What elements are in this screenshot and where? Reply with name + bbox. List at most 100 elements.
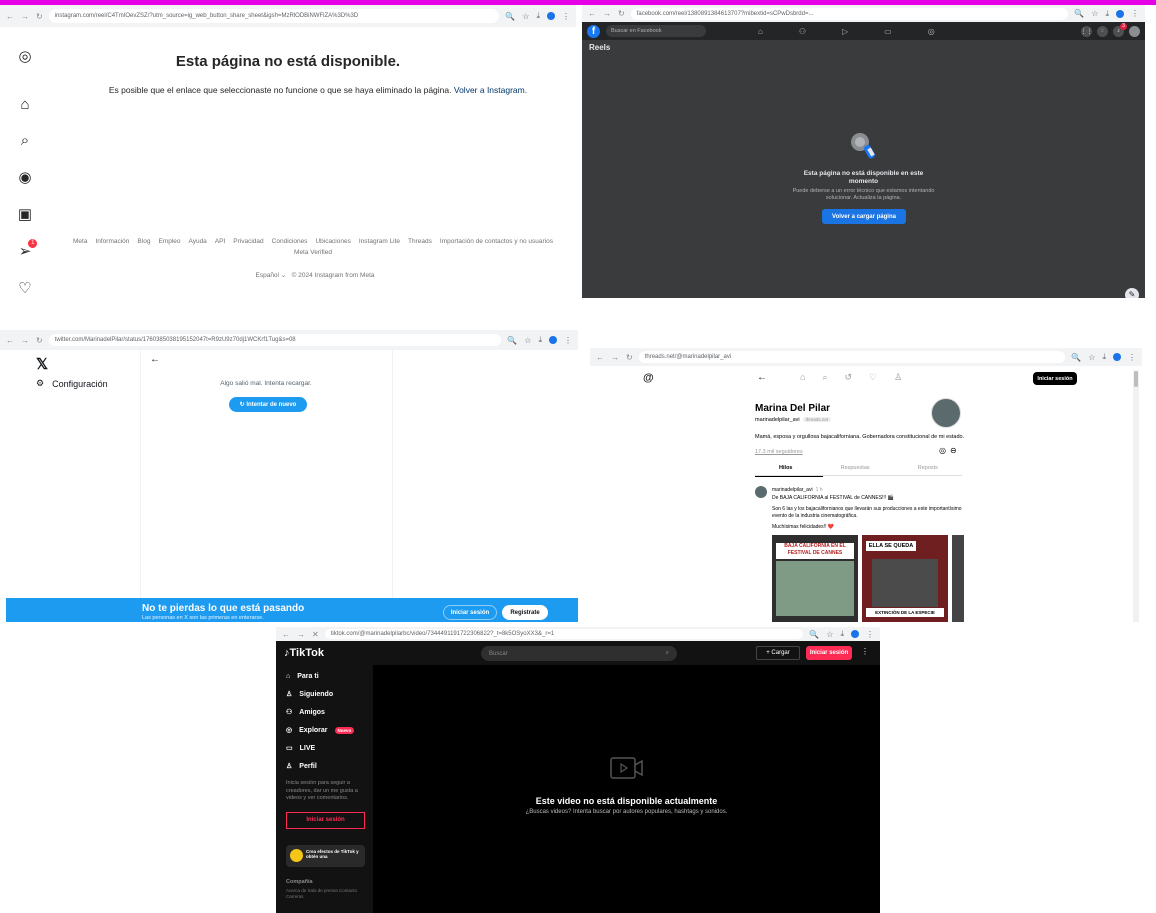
- footer-link[interactable]: API: [215, 238, 225, 245]
- footer-link[interactable]: Empleo: [158, 238, 180, 245]
- zoom-icon[interactable]: 🔍: [505, 12, 515, 21]
- search-icon[interactable]: ⌕: [822, 372, 827, 383]
- nav-perfil[interactable]: ♙ Perfil: [286, 762, 373, 771]
- post-image[interactable]: ELLA SE QUEDA EXTINCIÓN DE LA ESPECIE: [862, 535, 948, 622]
- back-arrow-icon[interactable]: ←: [150, 354, 160, 365]
- nav-siguiendo[interactable]: ♙ Siguiendo: [286, 690, 373, 699]
- footer-link[interactable]: Condiciones: [272, 238, 308, 245]
- footer-link[interactable]: Ubicaciones: [315, 238, 350, 245]
- marketplace-icon[interactable]: ▭: [884, 27, 892, 36]
- footer-link[interactable]: Meta: [73, 238, 87, 245]
- search-input[interactable]: Buscar en Facebook: [606, 25, 706, 37]
- menu-icon[interactable]: ⋮: [1131, 9, 1139, 18]
- post-image[interactable]: BAJA CALIFORNIA EN EL FESTIVAL DE CANNES: [772, 535, 858, 622]
- avatar[interactable]: [1129, 25, 1140, 37]
- edit-icon[interactable]: ✎: [1125, 288, 1139, 298]
- login-button[interactable]: Iniciar sesión: [806, 646, 852, 660]
- menu-grid-icon[interactable]: ⋮⋮: [1081, 25, 1093, 37]
- compose-icon[interactable]: ↺: [844, 372, 852, 383]
- footer-link[interactable]: Threads: [408, 238, 432, 245]
- home-icon[interactable]: ⌂: [20, 96, 29, 113]
- back-icon[interactable]: ←: [596, 353, 604, 362]
- footer-link[interactable]: Instagram Lite: [359, 238, 400, 245]
- forward-icon[interactable]: →: [21, 336, 29, 345]
- retry-button[interactable]: ↻ Intentar de nuevo: [229, 397, 307, 412]
- star-icon[interactable]: ☆: [522, 12, 529, 21]
- register-button[interactable]: Registrate: [502, 605, 548, 620]
- zoom-icon[interactable]: 🔍: [1074, 9, 1084, 18]
- menu-icon[interactable]: ⋮: [564, 336, 572, 345]
- explore-icon[interactable]: ◉: [18, 168, 31, 186]
- download-icon[interactable]: ⤓: [538, 335, 542, 345]
- footer-link[interactable]: Meta Verified: [294, 249, 332, 256]
- tab-respuestas[interactable]: Respuestas: [841, 465, 870, 471]
- home-icon[interactable]: ⌂: [758, 27, 763, 36]
- nav-para-ti[interactable]: ⌂ Para ti: [286, 673, 373, 680]
- effects-promo[interactable]: Crea efectos de TikTok y obtén una: [286, 844, 365, 867]
- star-icon[interactable]: ☆: [826, 630, 833, 639]
- nav-live[interactable]: ▭ LIVE: [286, 744, 373, 753]
- download-icon[interactable]: ⤓: [1102, 352, 1106, 362]
- profile-icon[interactable]: [1116, 9, 1124, 18]
- search-icon[interactable]: ⌕: [21, 132, 29, 149]
- reels-icon[interactable]: ▣: [18, 205, 32, 223]
- login-button[interactable]: Iniciar sesión: [1033, 372, 1077, 385]
- forward-icon[interactable]: →: [611, 353, 619, 362]
- upload-button[interactable]: + Cargar: [756, 646, 800, 660]
- nav-amigos[interactable]: ⚇ Amigos: [286, 708, 373, 717]
- menu-icon[interactable]: ⋮: [1128, 353, 1136, 362]
- post-author[interactable]: marinadelpilar_avi 1 h: [772, 487, 823, 493]
- threads-logo-icon[interactable]: @: [643, 372, 654, 384]
- download-icon[interactable]: ⤓: [536, 11, 540, 21]
- heart-icon[interactable]: ♡: [869, 372, 877, 383]
- back-to-instagram-link[interactable]: Volver a Instagram.: [454, 85, 527, 95]
- gaming-icon[interactable]: ◎: [928, 27, 935, 36]
- reload-icon[interactable]: ↻: [626, 353, 633, 362]
- star-icon[interactable]: ☆: [1088, 353, 1095, 362]
- footer-link[interactable]: Blog: [137, 238, 150, 245]
- footer-link[interactable]: Importación de contactos y no usuarios: [440, 238, 553, 245]
- footer-link[interactable]: Ayuda: [188, 238, 206, 245]
- forward-icon[interactable]: →: [21, 12, 29, 21]
- back-icon[interactable]: ←: [282, 630, 290, 639]
- zoom-icon[interactable]: 🔍: [809, 630, 819, 639]
- reload-icon[interactable]: ↻: [36, 336, 43, 345]
- forward-icon[interactable]: →: [603, 9, 611, 18]
- profile-icon[interactable]: ♙: [894, 372, 902, 383]
- back-arrow-icon[interactable]: ←: [757, 372, 767, 383]
- star-icon[interactable]: ☆: [524, 336, 531, 345]
- facebook-logo-icon[interactable]: f: [587, 24, 600, 38]
- language-select[interactable]: Español ⌄: [256, 272, 287, 279]
- address-bar[interactable]: facebook.com/reel/1380891384613707?mibex…: [630, 7, 1069, 20]
- address-bar[interactable]: instagram.com/reel/C4TmIOevZSZ/?utm_sour…: [48, 9, 500, 23]
- reload-page-button[interactable]: Volver a cargar página: [822, 209, 906, 224]
- home-icon[interactable]: ⌂: [800, 372, 805, 383]
- bell-icon[interactable]: ♪ 3: [1113, 22, 1127, 37]
- back-icon[interactable]: ←: [6, 336, 14, 345]
- messages-icon[interactable]: ➢ 1: [19, 239, 38, 260]
- messenger-icon[interactable]: ◌: [1097, 25, 1108, 37]
- profile-icon[interactable]: [549, 336, 557, 344]
- download-icon[interactable]: ⤓: [1105, 9, 1109, 19]
- settings-item[interactable]: ⚙ Configuración: [36, 378, 108, 389]
- menu-icon[interactable]: ⋮: [866, 630, 874, 639]
- zoom-icon[interactable]: 🔍: [1071, 353, 1081, 362]
- company-links[interactable]: Acerca de Sala de prensa Contacto Carrer…: [286, 888, 370, 900]
- sidebar-login-button[interactable]: Iniciar sesión: [286, 811, 365, 829]
- address-bar[interactable]: twitter.com/MarinadelPilar/status/176038…: [48, 334, 502, 346]
- followers-link[interactable]: 17.3 mil seguidores: [755, 449, 803, 455]
- friends-icon[interactable]: ⚇: [799, 27, 806, 36]
- footer-link[interactable]: Información: [95, 238, 129, 245]
- search-icon[interactable]: ⌕: [666, 650, 669, 657]
- star-icon[interactable]: ☆: [1091, 9, 1098, 18]
- download-icon[interactable]: ⤓: [840, 629, 844, 639]
- post-image[interactable]: [952, 535, 964, 622]
- profile-icon[interactable]: [1113, 353, 1121, 361]
- address-bar[interactable]: tiktok.com/@marinadelpilarbc/video/73444…: [324, 629, 804, 639]
- menu-icon[interactable]: ⋮: [562, 12, 570, 21]
- profile-icon[interactable]: [851, 630, 859, 638]
- reload-icon[interactable]: ↻: [618, 9, 625, 18]
- profile-icon[interactable]: [547, 12, 555, 20]
- nav-explorar[interactable]: ◎ Explorar Nuevo: [286, 726, 373, 734]
- more-icon[interactable]: ⊖: [950, 446, 957, 455]
